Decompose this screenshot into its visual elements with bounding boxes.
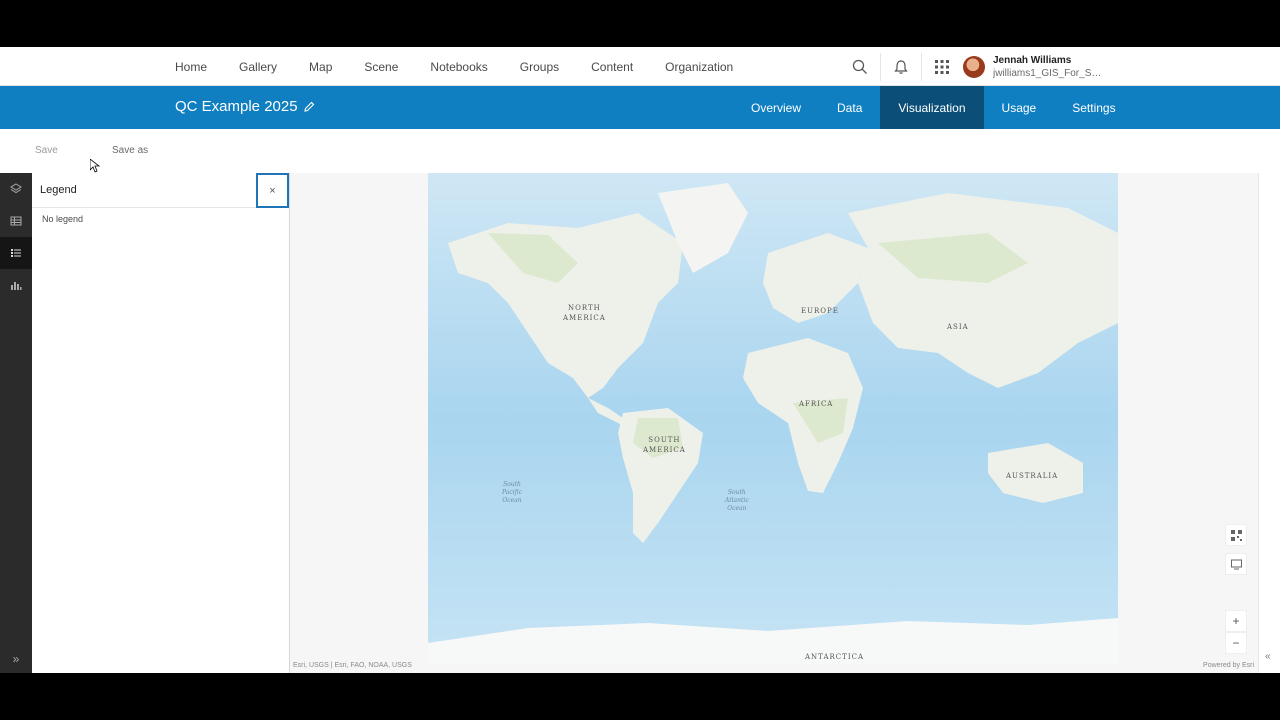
nav-content[interactable]: Content <box>591 60 633 74</box>
legend-header: Legend × <box>32 173 289 208</box>
top-nav: Home Gallery Map Scene Notebooks Groups … <box>0 47 1280 86</box>
user-name: Jennah Williams <box>993 55 1072 66</box>
nav-notebooks[interactable]: Notebooks <box>430 60 487 74</box>
nav-separator <box>880 52 881 81</box>
label-south-pacific: South Pacific Ocean <box>502 481 522 504</box>
nav-organization[interactable]: Organization <box>665 60 733 74</box>
nav-scene[interactable]: Scene <box>364 60 398 74</box>
chart-icon[interactable] <box>0 269 32 301</box>
nav-separator <box>921 52 922 81</box>
legend-title: Legend <box>40 184 77 196</box>
collapse-right-button[interactable]: « <box>1265 651 1271 662</box>
expand-panel-button[interactable]: » <box>0 643 32 673</box>
left-rail: » <box>0 173 32 673</box>
monitor-icon[interactable] <box>1225 553 1247 575</box>
basemap-image <box>428 173 1118 664</box>
powered-by-esri[interactable]: Powered by Esri <box>1203 662 1254 669</box>
save-button[interactable]: Save <box>35 145 58 156</box>
table-icon[interactable] <box>0 205 32 237</box>
save-as-button[interactable]: Save as <box>112 145 148 156</box>
nav-map[interactable]: Map <box>309 60 332 74</box>
zoom-out-button[interactable]: − <box>1225 632 1247 654</box>
label-australia: AUSTRALIA <box>1006 472 1059 480</box>
tab-visualization[interactable]: Visualization <box>880 86 984 129</box>
label-north-america: NORTH AMERICA <box>563 304 606 322</box>
bell-icon[interactable] <box>891 57 911 77</box>
tab-usage[interactable]: Usage <box>984 86 1055 129</box>
apps-grid-icon[interactable] <box>932 57 952 77</box>
layers-icon[interactable] <box>0 173 32 205</box>
map-view[interactable]: NORTH AMERICA SOUTH AMERICA EUROPE ASIA AF… <box>290 173 1258 673</box>
qr-code-icon[interactable] <box>1225 524 1247 546</box>
label-south-america: SOUTH AMERICA <box>643 436 686 454</box>
nav-icons <box>850 47 952 86</box>
world-basemap[interactable]: NORTH AMERICA SOUTH AMERICA EUROPE ASIA AF… <box>428 173 1118 664</box>
label-south-atlantic: South Atlantic Ocean <box>725 489 749 512</box>
tab-settings[interactable]: Settings <box>1054 86 1133 129</box>
nav-groups[interactable]: Groups <box>520 60 559 74</box>
app-frame: Home Gallery Map Scene Notebooks Groups … <box>0 47 1280 673</box>
nav-links: Home Gallery Map Scene Notebooks Groups … <box>175 47 765 86</box>
mouse-cursor <box>90 159 100 173</box>
label-africa: AFRICA <box>799 400 834 408</box>
label-antarctica: ANTARCTICA <box>805 653 864 661</box>
user-names: Jennah Williams jwilliams1_GIS_For_Sch..… <box>993 54 1105 80</box>
search-icon[interactable] <box>850 57 870 77</box>
item-tabs: Overview Data Visualization Usage Settin… <box>733 86 1134 129</box>
legend-panel: Legend × No legend <box>32 173 290 673</box>
zoom-in-button[interactable]: + <box>1225 610 1247 632</box>
right-panel-strip: « <box>1258 173 1280 673</box>
avatar[interactable] <box>963 56 985 78</box>
label-asia: ASIA <box>947 323 969 331</box>
tab-data[interactable]: Data <box>819 86 880 129</box>
map-attribution: Esri, USGS | Esri, FAO, NOAA, USGS <box>293 662 412 669</box>
item-header: QC Example 2025 Overview Data Visualizat… <box>0 86 1280 129</box>
nav-home[interactable]: Home <box>175 60 207 74</box>
close-icon[interactable]: × <box>256 173 289 208</box>
pencil-icon[interactable] <box>303 100 315 118</box>
legend-icon[interactable] <box>0 237 32 269</box>
toolbar: Save Save as <box>0 129 1280 173</box>
page-title: QC Example 2025 <box>175 98 298 115</box>
user-username: jwilliams1_GIS_For_Sch... <box>993 68 1105 79</box>
user-menu[interactable]: Jennah Williams jwilliams1_GIS_For_Sch..… <box>963 54 1105 80</box>
tab-overview[interactable]: Overview <box>733 86 819 129</box>
legend-empty-text: No legend <box>42 214 84 224</box>
nav-gallery[interactable]: Gallery <box>239 60 277 74</box>
label-europe: EUROPE <box>801 307 839 315</box>
